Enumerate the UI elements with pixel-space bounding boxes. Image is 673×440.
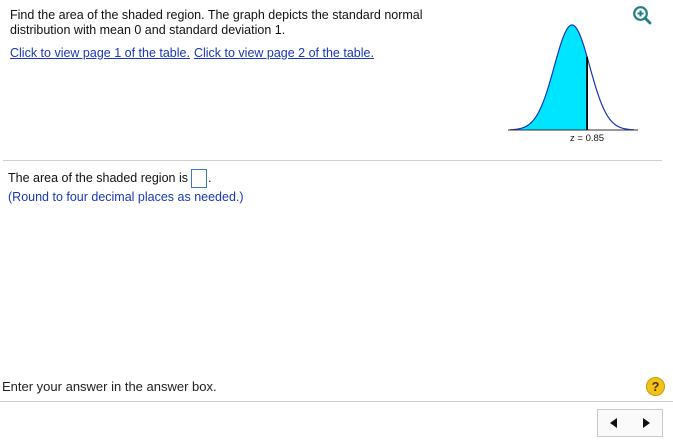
answer-input-box[interactable] <box>190 169 207 188</box>
answer-period: . <box>207 170 212 185</box>
navigation-buttons <box>597 409 663 437</box>
answer-prompt: The area of the shaded region is <box>8 170 188 185</box>
arrow-right-icon <box>643 418 650 428</box>
shaded-region <box>510 25 588 130</box>
next-button[interactable] <box>630 410 662 436</box>
question-text: Find the area of the shaded region. The … <box>10 8 450 38</box>
question-line-2: distribution with mean 0 and standard de… <box>10 23 286 37</box>
table-links: Click to view page 1 of the table. Click … <box>10 46 374 60</box>
previous-button[interactable] <box>598 410 630 436</box>
answer-line: The area of the shaded region is. <box>8 169 211 188</box>
status-text: Enter your answer in the answer box. <box>2 379 217 394</box>
question-line-1: Find the area of the shaded region. The … <box>10 8 423 22</box>
help-icon[interactable]: ? <box>646 377 665 396</box>
view-table-page-1-link[interactable]: Click to view page 1 of the table. <box>10 46 190 60</box>
z-label: z = 0.85 <box>570 133 604 144</box>
rounding-instruction: (Round to four decimal places as needed.… <box>8 190 244 204</box>
normal-distribution-graph: z = 0.85 <box>508 24 638 144</box>
footer-divider <box>0 401 673 402</box>
divider <box>3 160 662 161</box>
view-table-page-2-link[interactable]: Click to view page 2 of the table. <box>194 46 374 60</box>
arrow-left-icon <box>610 418 617 428</box>
